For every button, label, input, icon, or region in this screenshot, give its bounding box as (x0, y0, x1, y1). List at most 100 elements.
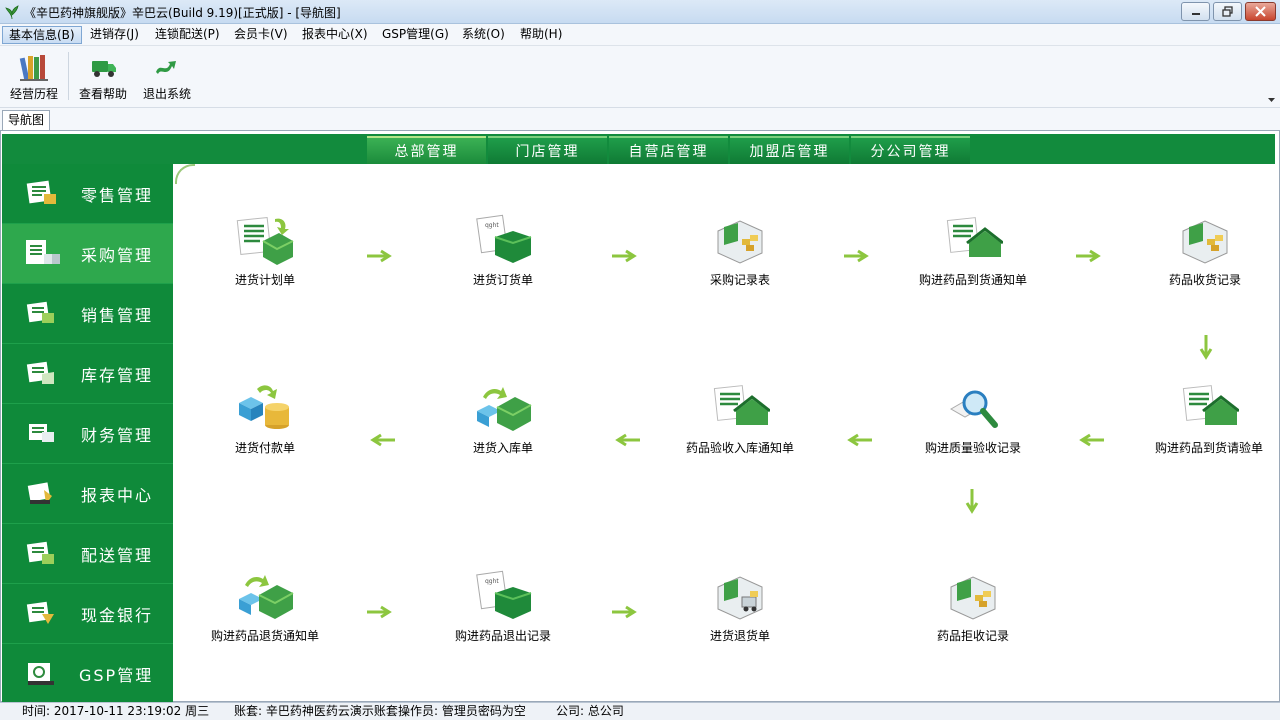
sidebar-item-purchase[interactable]: 采购管理 (2, 224, 173, 284)
arrow-right-icon (367, 605, 392, 619)
minimize-button[interactable] (1181, 2, 1210, 21)
sidebar-item-sales[interactable]: 销售管理 (2, 284, 173, 344)
svg-text:qght: qght (485, 578, 499, 585)
sidebar-item-cash-bank[interactable]: 现金银行 (2, 584, 173, 644)
flow-node-label: 进货付款单 (234, 441, 295, 455)
sidebar-item-report-center[interactable]: 报表中心 (2, 464, 173, 524)
tab-franchise-store[interactable]: 加盟店管理 (730, 136, 849, 164)
tab-branch-company[interactable]: 分公司管理 (851, 136, 970, 164)
menu-basic-info[interactable]: 基本信息(B) (2, 26, 82, 44)
flow-node-stock-in[interactable]: 进货入库单 (428, 381, 578, 456)
rejection-record-icon (950, 576, 996, 620)
plan-doc-icon (236, 216, 294, 265)
flow-node-label: 药品收货记录 (1168, 273, 1241, 287)
flow-node-label: 药品验收入库通知单 (685, 441, 794, 455)
view-help-button[interactable]: 查看帮助 (76, 52, 130, 104)
flow-node-receipt-record[interactable]: 药品收货记录 (1130, 213, 1280, 288)
exit-system-button[interactable]: 退出系统 (140, 52, 194, 104)
arrow-left-icon (370, 433, 395, 447)
flow-node-purchase-record[interactable]: 采购记录表 (665, 213, 815, 288)
flow-node-label: 购进质量验收记录 (924, 441, 1021, 455)
flow-node-payment[interactable]: 进货付款单 (190, 381, 340, 456)
inspection-request-icon (1182, 385, 1239, 425)
toolbar: 经营历程 查看帮助 退出系统 (0, 46, 1280, 108)
restore-button[interactable] (1213, 2, 1242, 21)
close-button[interactable] (1245, 2, 1276, 21)
menu-report-center[interactable]: 报表中心(X) (296, 26, 374, 44)
app-window: 《辛巴药神旗舰版》辛巴云(Build 9.19)[正式版] - [导航图] 基本… (0, 0, 1280, 720)
arrow-right-icon (367, 249, 392, 263)
menu-chain-delivery[interactable]: 连锁配送(P) (149, 26, 226, 44)
receipt-record-icon (1182, 220, 1228, 264)
sales-icon (26, 301, 54, 323)
arrow-left-icon (847, 433, 872, 447)
flow-node-label: 进货订货单 (472, 273, 533, 287)
flow-node-purchase-plan[interactable]: 进货计划单 (190, 213, 340, 288)
toolbar-overflow-icon[interactable] (1268, 98, 1275, 103)
flow-node-return-notice[interactable]: 购进药品退货通知单 (190, 569, 340, 644)
flow-node-return-order[interactable]: 进货退货单 (665, 569, 815, 644)
navigation-panel: 总部管理 门店管理 自营店管理 加盟店管理 分公司管理 零售管理 采购管理 销售… (0, 130, 1280, 702)
tab-self-operated-store[interactable]: 自营店管理 (609, 136, 728, 164)
herb-leaf-icon (5, 5, 19, 20)
cash-bank-icon (26, 601, 54, 624)
sidebar: 零售管理 采购管理 销售管理 库存管理 财务管理 报表中心 配送管理 现金银行 … (2, 164, 173, 702)
flow-node-inspection-request[interactable]: 购进药品到货请验单 (1134, 381, 1280, 456)
business-history-button[interactable]: 经营历程 (6, 52, 62, 104)
return-notice-icon (239, 575, 294, 619)
toolbar-label: 退出系统 (142, 87, 191, 101)
flow-node-label: 购进药品到货请验单 (1154, 441, 1263, 455)
arrow-right-icon (612, 605, 637, 619)
sidebar-item-label: 现金银行 (81, 606, 154, 625)
sidebar-item-gsp[interactable]: GSP管理 (2, 644, 173, 704)
flow-node-label: 购进药品退出记录 (454, 629, 551, 643)
sidebar-item-label: 采购管理 (81, 246, 154, 265)
arrow-right-icon (844, 249, 869, 263)
order-box-icon: qght (476, 214, 532, 263)
flow-node-rejection-record[interactable]: 药品拒收记录 (898, 569, 1048, 644)
menu-gsp[interactable]: GSP管理(G) (376, 26, 455, 44)
menu-system[interactable]: 系统(O) (456, 26, 511, 44)
status-operator: 操作员: 管理员密码为空 (398, 704, 526, 718)
toolbar-separator (68, 52, 69, 100)
sidebar-item-delivery[interactable]: 配送管理 (2, 524, 173, 584)
sidebar-item-inventory[interactable]: 库存管理 (2, 344, 173, 404)
tab-store[interactable]: 门店管理 (488, 136, 607, 164)
return-record-icon: qght (476, 570, 532, 619)
tab-navigation-map[interactable]: 导航图 (2, 110, 51, 130)
flow-node-arrival-notice[interactable]: 购进药品到货通知单 (898, 213, 1048, 288)
flow-node-return-record[interactable]: qght 购进药品退出记录 (428, 569, 578, 644)
arrow-left-icon (615, 433, 640, 447)
svg-text:qght: qght (485, 222, 499, 229)
menu-bar: 基本信息(B) 进销存(J) 连锁配送(P) 会员卡(V) 报表中心(X) GS… (0, 24, 1280, 46)
panel-corner-decoration (175, 164, 195, 184)
truck-icon (92, 61, 116, 77)
tab-headquarters[interactable]: 总部管理 (367, 136, 486, 164)
return-order-icon (717, 576, 763, 620)
exit-arrow-icon (156, 61, 176, 74)
finance-icon (29, 424, 54, 442)
flow-node-label: 购进药品退货通知单 (210, 629, 319, 643)
status-bar: 时间: 2017-10-11 23:19:02 周三 账套: 辛巴药神医药云演示… (0, 702, 1280, 720)
toolbar-label: 查看帮助 (78, 87, 127, 101)
window-title: 《辛巴药神旗舰版》辛巴云(Build 9.19)[正式版] - [导航图] (24, 6, 341, 20)
status-account: 账套: 辛巴药神医药云演示账套 (234, 704, 398, 718)
flow-node-storage-notice[interactable]: 药品验收入库通知单 (665, 381, 815, 456)
flow-node-purchase-order[interactable]: qght 进货订货单 (428, 213, 578, 288)
sidebar-item-finance[interactable]: 财务管理 (2, 404, 173, 464)
sidebar-item-label: 零售管理 (81, 186, 154, 205)
stock-in-icon (477, 387, 532, 431)
minimize-icon (1191, 12, 1200, 15)
sidebar-item-label: 销售管理 (81, 306, 154, 325)
sidebar-item-retail[interactable]: 零售管理 (2, 164, 173, 224)
delivery-icon (26, 541, 54, 564)
restore-icon (1221, 6, 1233, 17)
flow-node-label: 购进药品到货通知单 (918, 273, 1027, 287)
menu-help[interactable]: 帮助(H) (514, 26, 568, 44)
menu-member-card[interactable]: 会员卡(V) (228, 26, 294, 44)
title-bar: 《辛巴药神旗舰版》辛巴云(Build 9.19)[正式版] - [导航图] (0, 0, 1280, 24)
flow-node-label: 进货计划单 (234, 273, 295, 287)
flow-node-quality-acceptance[interactable]: 购进质量验收记录 (898, 381, 1048, 456)
arrow-left-icon (1079, 433, 1104, 447)
menu-purchase-sales-stock[interactable]: 进销存(J) (84, 26, 145, 44)
